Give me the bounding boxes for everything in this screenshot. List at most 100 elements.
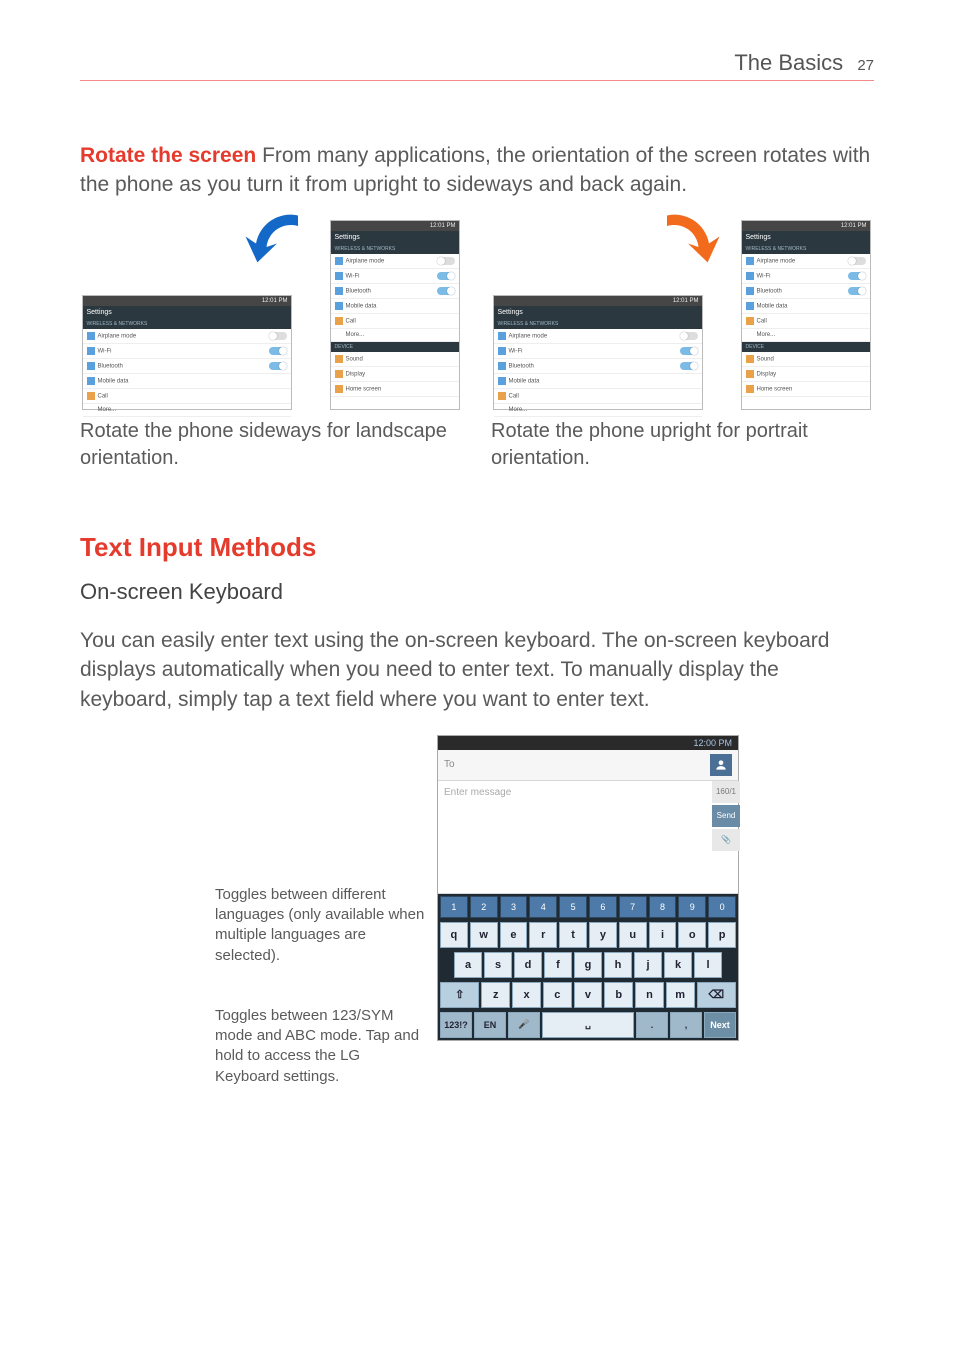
item-wifi[interactable]: Wi-Fi [494,344,702,359]
item-bluetooth[interactable]: Bluetooth [331,284,459,299]
key-shift[interactable]: ⇧ [440,982,479,1008]
item-wifi[interactable]: Wi-Fi [331,269,459,284]
key-r[interactable]: r [529,922,557,948]
item-display[interactable]: Display [331,367,459,382]
item-call[interactable]: Call [742,314,870,329]
item-mobiledata[interactable]: Mobile data [331,299,459,314]
item-airplane[interactable]: Airplane mode [494,329,702,344]
key-t[interactable]: t [559,922,587,948]
key-s[interactable]: s [484,952,512,978]
message-field[interactable]: Enter message 160/1 Send 📎 [438,781,738,894]
key-d[interactable]: d [514,952,542,978]
key-next[interactable]: Next [704,1012,736,1038]
key-5[interactable]: 5 [559,896,587,918]
key-u[interactable]: u [619,922,647,948]
key-j[interactable]: j [634,952,662,978]
rotate-title: Rotate the screen [80,144,256,167]
key-dot[interactable]: . [636,1012,668,1038]
rotate-right-arrow-icon [653,205,723,275]
item-call[interactable]: Call [331,314,459,329]
item-airplane[interactable]: Airplane mode [83,329,291,344]
key-backspace[interactable]: ⌫ [697,982,736,1008]
item-airplane[interactable]: Airplane mode [331,254,459,269]
key-w[interactable]: w [470,922,498,948]
key-sym[interactable]: 123!? [440,1012,472,1038]
qwerty-row3: ⇧ z x c v b n m ⌫ [438,980,738,1010]
wireless-section: WIRELESS & NETWORKS [331,244,459,254]
key-4[interactable]: 4 [529,896,557,918]
key-comma[interactable]: , [670,1012,702,1038]
key-mic-icon[interactable]: 🎤 [508,1012,540,1038]
item-wifi[interactable]: Wi-Fi [742,269,870,284]
key-h[interactable]: h [604,952,632,978]
toggle-icon[interactable] [269,347,287,355]
item-call[interactable]: Call [83,389,291,404]
key-a[interactable]: a [454,952,482,978]
rotate-left-arrow-icon [242,205,312,275]
key-b[interactable]: b [604,982,633,1008]
item-mobiledata[interactable]: Mobile data [742,299,870,314]
item-more[interactable]: More... [494,404,702,417]
qwerty-row2: a s d f g h j k l [438,950,738,980]
send-button[interactable]: Send [712,805,740,827]
key-v[interactable]: v [574,982,603,1008]
status-bar: 12:00 PM [438,736,738,750]
key-c[interactable]: c [543,982,572,1008]
item-mobiledata[interactable]: Mobile data [494,374,702,389]
item-bluetooth[interactable]: Bluetooth [83,359,291,374]
key-0[interactable]: 0 [708,896,736,918]
key-x[interactable]: x [512,982,541,1008]
key-z[interactable]: z [481,982,510,1008]
figure-portrait: 12:01 PM Settings WIRELESS & NETWORKS Ai… [493,210,873,410]
key-2[interactable]: 2 [470,896,498,918]
item-sound[interactable]: Sound [742,352,870,367]
status-bar: 12:01 PM [331,221,459,231]
key-q[interactable]: q [440,922,468,948]
key-k[interactable]: k [664,952,692,978]
toggle-icon[interactable] [437,257,455,265]
key-p[interactable]: p [708,922,736,948]
item-homescreen[interactable]: Home screen [742,382,870,397]
key-m[interactable]: m [666,982,695,1008]
item-sound[interactable]: Sound [331,352,459,367]
text-input-heading: Text Input Methods [80,532,874,563]
to-field[interactable]: To [438,750,738,781]
to-placeholder: To [444,759,704,770]
key-n[interactable]: n [635,982,664,1008]
caption-portrait: Rotate the phone upright for portrait or… [491,418,874,472]
msg-placeholder: Enter message [444,787,511,798]
key-language[interactable]: EN [474,1012,506,1038]
key-8[interactable]: 8 [649,896,677,918]
annotation-language-toggle: Toggles between different languages (onl… [215,885,425,966]
item-bluetooth[interactable]: Bluetooth [742,284,870,299]
item-homescreen[interactable]: Home screen [331,382,459,397]
key-g[interactable]: g [574,952,602,978]
key-i[interactable]: i [649,922,677,948]
key-3[interactable]: 3 [500,896,528,918]
toggle-icon[interactable] [269,332,287,340]
item-more[interactable]: More... [742,329,870,342]
item-wifi[interactable]: Wi-Fi [83,344,291,359]
key-space[interactable]: ␣ [542,1012,634,1038]
key-e[interactable]: e [500,922,528,948]
item-display[interactable]: Display [742,367,870,382]
key-7[interactable]: 7 [619,896,647,918]
item-mobiledata[interactable]: Mobile data [83,374,291,389]
key-9[interactable]: 9 [678,896,706,918]
toggle-icon[interactable] [437,272,455,280]
key-o[interactable]: o [678,922,706,948]
toggle-icon[interactable] [269,362,287,370]
toggle-icon[interactable] [437,287,455,295]
item-more[interactable]: More... [83,404,291,417]
key-l[interactable]: l [694,952,722,978]
item-more[interactable]: More... [331,329,459,342]
item-bluetooth[interactable]: Bluetooth [494,359,702,374]
item-airplane[interactable]: Airplane mode [742,254,870,269]
key-f[interactable]: f [544,952,572,978]
item-call[interactable]: Call [494,389,702,404]
key-6[interactable]: 6 [589,896,617,918]
key-1[interactable]: 1 [440,896,468,918]
key-y[interactable]: y [589,922,617,948]
contact-icon[interactable] [710,754,732,776]
attach-icon[interactable]: 📎 [712,829,740,851]
